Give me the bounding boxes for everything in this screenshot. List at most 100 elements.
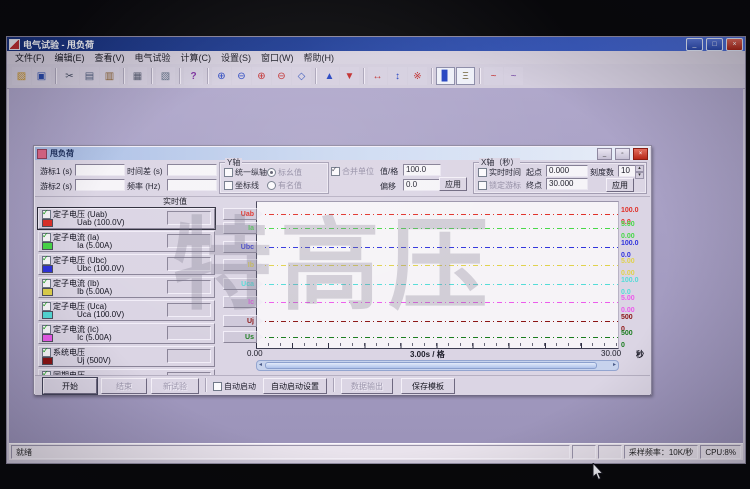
channel-checkbox[interactable]: [42, 279, 51, 288]
named-value-radio[interactable]: 有名值: [267, 180, 302, 191]
channel-checkbox[interactable]: [42, 233, 51, 242]
open-icon[interactable]: ▨: [12, 67, 31, 85]
align-grid-icon[interactable]: ※: [408, 67, 427, 85]
chart-horizontal-scrollbar[interactable]: ◂ ▸: [256, 360, 619, 371]
channel-checkbox[interactable]: [42, 302, 51, 311]
plot-area[interactable]: [256, 201, 619, 349]
cursor1-label: 游标1 (s): [40, 166, 72, 177]
menu-view[interactable]: 查看(V): [90, 51, 130, 64]
close-button[interactable]: ×: [726, 38, 743, 51]
channel-marker-button[interactable]: Uca: [223, 278, 257, 290]
x-apply-button[interactable]: 应用: [606, 178, 634, 192]
cut-icon[interactable]: ✂: [60, 67, 79, 85]
menu-edit[interactable]: 编辑(E): [50, 51, 90, 64]
start-button[interactable]: 开始: [43, 378, 97, 394]
channel-checkbox[interactable]: [42, 348, 51, 357]
per-div-input[interactable]: 100.0: [403, 164, 441, 176]
scales-icon[interactable]: Ξ: [456, 67, 475, 85]
zoom-x-out-icon[interactable]: ⊖: [232, 67, 251, 85]
toolbar-separator: [363, 68, 364, 84]
toolbar-separator: [151, 68, 152, 84]
bar-chart-icon[interactable]: ▊: [436, 67, 455, 85]
freq-input[interactable]: [167, 179, 217, 191]
menu-file[interactable]: 文件(F): [10, 51, 50, 64]
auto-start-settings-button[interactable]: 自动启动设置: [263, 378, 327, 394]
align-horizontal-icon[interactable]: ↔: [368, 67, 387, 85]
zoom-fit-icon[interactable]: ◇: [292, 67, 311, 85]
channel-marker-button[interactable]: Ib: [223, 259, 257, 271]
end-input[interactable]: 30.000: [546, 178, 588, 190]
realtime-checkbox[interactable]: 实时时间: [478, 167, 521, 178]
gridline-checkbox[interactable]: 坐标线: [224, 180, 259, 191]
menu-window[interactable]: 窗口(W): [256, 51, 299, 64]
channel-marker-button[interactable]: Us: [223, 331, 257, 343]
channel-line: [257, 337, 618, 338]
properties-icon[interactable]: ▧: [156, 67, 175, 85]
channel-row[interactable]: 定子电流 (Ia) Ia (5.00A): [38, 231, 215, 252]
menu-calculate[interactable]: 计算(C): [176, 51, 217, 64]
realtime-value-box: [167, 349, 211, 363]
channel-marker-button[interactable]: Ia: [223, 222, 257, 234]
zoom-y-out-icon[interactable]: ⊖: [272, 67, 291, 85]
minimize-button[interactable]: _: [686, 38, 703, 51]
paste-icon[interactable]: ▥: [100, 67, 119, 85]
y-axis-group: Y轴 统一纵轴 坐标线 标幺值 有名值: [219, 162, 329, 194]
copy-icon[interactable]: ▤: [80, 67, 99, 85]
menu-help[interactable]: 帮助(H): [299, 51, 340, 64]
channel-row[interactable]: 定子电流 (Ic) Ic (5.00A): [38, 323, 215, 344]
merge-units-checkbox[interactable]: 合并单位: [331, 166, 374, 177]
lock-cursor-checkbox[interactable]: 锁定游标: [478, 180, 521, 191]
scroll-right-icon[interactable]: ▸: [613, 361, 616, 369]
zoom-y-in-icon[interactable]: ⊕: [252, 67, 271, 85]
zero-down-icon[interactable]: ▼: [340, 67, 359, 85]
scroll-left-icon[interactable]: ◂: [259, 361, 262, 369]
menu-settings[interactable]: 设置(S): [216, 51, 256, 64]
channel-row[interactable]: 定子电压 (Uca) Uca (100.0V): [38, 300, 215, 321]
divisions-spinner[interactable]: ▴▾: [635, 165, 644, 175]
mouse-cursor: [592, 463, 604, 481]
channel-row[interactable]: 定子电流 (Ib) Ib (5.00A): [38, 277, 215, 298]
y-apply-button[interactable]: 应用: [439, 177, 467, 191]
channel-marker-button[interactable]: Ubc: [223, 241, 257, 253]
child-close-button[interactable]: ×: [633, 148, 648, 160]
waveform-icon[interactable]: ~: [504, 67, 523, 85]
marker-pointer-icon: [257, 260, 263, 270]
offset-input[interactable]: 0.0: [403, 179, 441, 191]
maximize-button[interactable]: □: [706, 38, 723, 51]
save-template-button[interactable]: 保存模板: [401, 378, 455, 394]
toolbar-separator: [431, 68, 432, 84]
axis-max-label: 5.00: [621, 258, 635, 265]
channel-range: Ubc (100.0V): [77, 264, 124, 273]
start-input[interactable]: 0.000: [546, 165, 588, 177]
cursor1-input[interactable]: [75, 164, 125, 176]
realtime-value-box: [167, 280, 211, 294]
save-icon[interactable]: ▣: [32, 67, 51, 85]
align-vertical-icon[interactable]: ↕: [388, 67, 407, 85]
channel-marker-button[interactable]: Uj: [223, 315, 257, 327]
timediff-input[interactable]: [167, 164, 217, 176]
channel-checkbox[interactable]: [42, 325, 51, 334]
per-unit-radio[interactable]: 标幺值: [267, 167, 302, 178]
cursor2-input[interactable]: [75, 179, 125, 191]
marker-pointer-icon: [257, 297, 263, 307]
menu-electrical-test[interactable]: 电气试验: [130, 51, 176, 64]
channel-checkbox[interactable]: [42, 256, 51, 265]
channel-marker-button[interactable]: Ic: [223, 296, 257, 308]
channel-checkbox[interactable]: [42, 210, 51, 219]
scrollbar-thumb[interactable]: [265, 362, 597, 369]
help-icon[interactable]: ?: [184, 67, 203, 85]
auto-start-checkbox[interactable]: 自动启动: [213, 381, 256, 392]
channel-marker-button[interactable]: Uab: [223, 208, 257, 220]
channel-row[interactable]: 定子电压 (Uab) Uab (100.0V): [38, 208, 215, 229]
waveform-red-icon[interactable]: ~: [484, 67, 503, 85]
monitor-photo: 电气试验 - 甩负荷 _ □ × 文件(F) 编辑(E) 查看(V) 电气试验 …: [0, 0, 750, 489]
zero-up-icon[interactable]: ▲: [320, 67, 339, 85]
print-icon[interactable]: ▦: [128, 67, 147, 85]
unify-axis-checkbox[interactable]: 统一纵轴: [224, 167, 267, 178]
child-minimize-button[interactable]: _: [597, 148, 612, 160]
channel-row[interactable]: 系统电压 Uj (500V): [38, 346, 215, 367]
zoom-x-in-icon[interactable]: ⊕: [212, 67, 231, 85]
toolbar-separator: [123, 68, 124, 84]
child-restore-button[interactable]: ▫: [615, 148, 630, 160]
channel-row[interactable]: 定子电压 (Ubc) Ubc (100.0V): [38, 254, 215, 275]
